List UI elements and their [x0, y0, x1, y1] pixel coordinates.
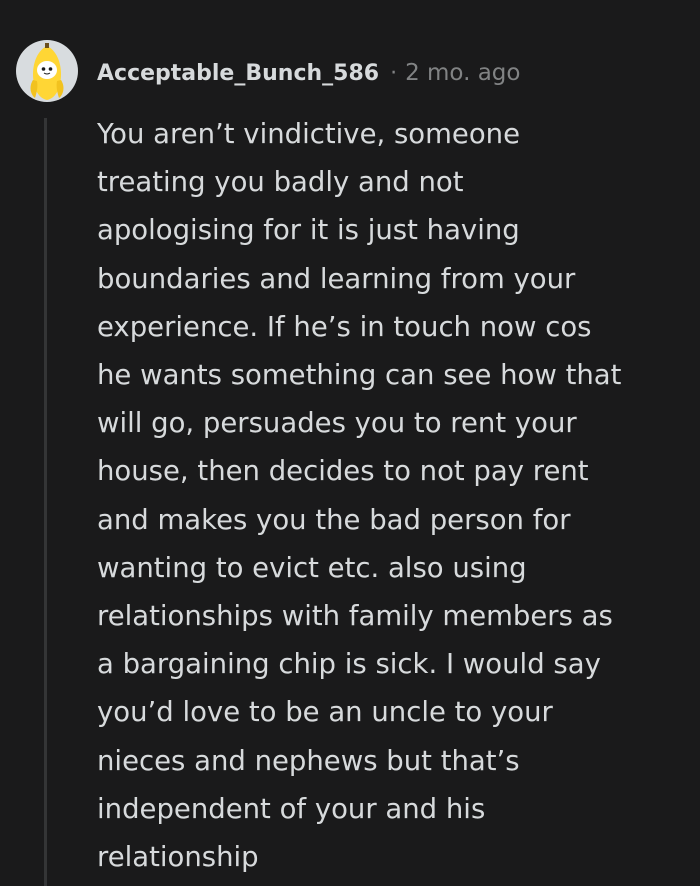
comment-timestamp[interactable]: 2 mo. ago [405, 60, 520, 86]
banana-snoo-avatar-icon [30, 43, 64, 100]
comment-header: Acceptable_Bunch_586 · 2 mo. ago [97, 55, 520, 91]
meta-separator: · [390, 60, 398, 86]
username-link[interactable]: Acceptable_Bunch_586 [97, 61, 379, 86]
avatar[interactable] [16, 40, 78, 102]
thread-collapse-line[interactable] [44, 118, 47, 886]
comment-body: You aren’t vindictive, someone treating … [97, 118, 622, 874]
comment: Acceptable_Bunch_586 · 2 mo. ago You are… [0, 0, 700, 886]
